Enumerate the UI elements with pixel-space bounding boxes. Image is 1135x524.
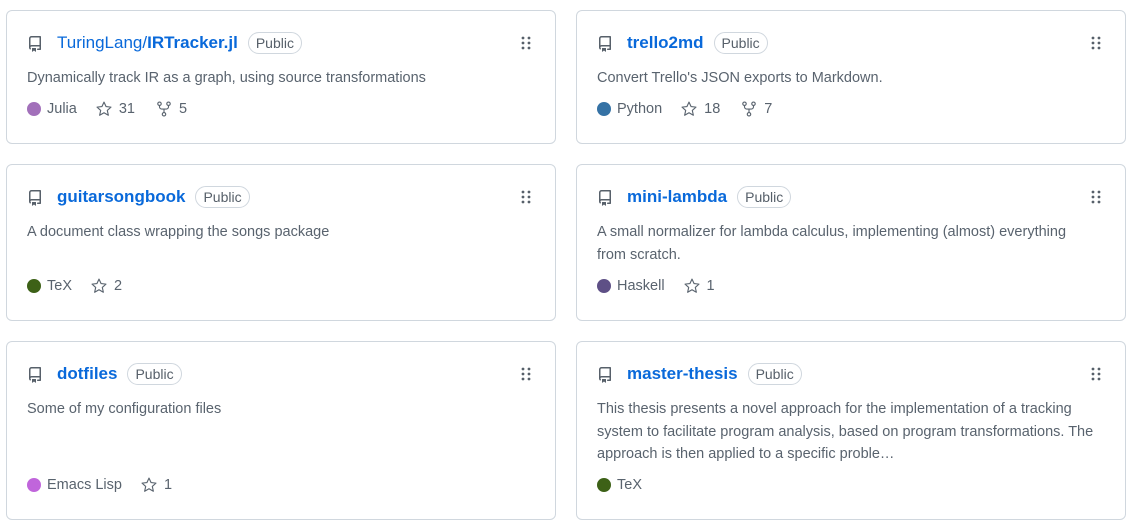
visibility-badge: Public: [247, 32, 302, 54]
repo-icon: [597, 36, 613, 52]
repo-link[interactable]: master-thesis: [627, 364, 738, 384]
repo-language: Emacs Lisp: [27, 477, 122, 493]
repo-link[interactable]: dotfiles: [57, 364, 117, 384]
visibility-badge: Public: [127, 363, 182, 385]
repo-name: master-thesis: [627, 364, 738, 383]
stars-link[interactable]: 18: [680, 100, 720, 118]
star-icon: [91, 278, 107, 293]
repo-description: Convert Trello's JSON exports to Markdow…: [597, 70, 883, 86]
star-icon: [141, 477, 157, 492]
repo-icon: [597, 190, 613, 206]
language-name: TeX: [47, 278, 72, 294]
fork-count: 7: [764, 101, 773, 117]
language-color-dot: [597, 279, 611, 293]
repo-language: Julia: [27, 101, 77, 117]
drag-handle-icon[interactable]: [1091, 367, 1101, 381]
repo-link[interactable]: TuringLang/IRTracker.jl: [57, 33, 238, 53]
repo-description: A document class wrapping the songs pack…: [27, 224, 330, 240]
language-name: Julia: [47, 101, 77, 117]
repo-meta: Emacs Lisp 1: [27, 475, 192, 495]
visibility-badge: Public: [747, 363, 802, 385]
repo-description: A small normalizer for lambda calculus, …: [597, 224, 1067, 263]
fork-icon: [157, 101, 171, 117]
stars-link[interactable]: 1: [140, 476, 172, 494]
language-color-dot: [27, 478, 41, 492]
forks-link[interactable]: 5: [155, 100, 187, 118]
forks-link[interactable]: 7: [740, 100, 772, 118]
visibility-badge: Public: [195, 186, 250, 208]
pinned-repo-card: trello2md Public Convert Trello's JSON e…: [576, 10, 1126, 144]
repo-description: Dynamically track IR as a graph, using s…: [27, 70, 426, 86]
repo-header: master-thesis Public: [597, 362, 802, 386]
repo-meta: Python 18 7: [597, 99, 792, 119]
drag-handle-icon[interactable]: [521, 36, 531, 50]
stars-link[interactable]: 2: [90, 277, 122, 295]
fork-count: 5: [178, 101, 188, 117]
repo-name: mini-lambda: [627, 187, 728, 206]
repo-name: IRTracker.jl: [147, 33, 238, 52]
repo-description: Some of my configuration files: [27, 401, 222, 417]
language-color-dot: [27, 279, 41, 293]
drag-handle-icon[interactable]: [521, 367, 531, 381]
repo-header: trello2md Public: [597, 31, 768, 55]
stars-link[interactable]: 1: [683, 277, 715, 295]
repo-link[interactable]: guitarsongbook: [57, 187, 185, 207]
drag-handle-icon[interactable]: [521, 190, 531, 204]
language-name: TeX: [617, 477, 642, 493]
star-count: 18: [704, 101, 721, 117]
star-icon: [684, 278, 700, 293]
repo-icon: [27, 190, 43, 206]
repo-header: TuringLang/IRTracker.jl Public: [27, 31, 302, 55]
repo-name: trello2md: [627, 33, 704, 52]
visibility-badge: Public: [713, 32, 768, 54]
repo-owner: TuringLang/: [57, 33, 148, 52]
star-count: 1: [706, 278, 715, 294]
star-count: 1: [163, 477, 173, 493]
pinned-repo-card: master-thesis Public This thesis present…: [576, 341, 1126, 520]
repo-link[interactable]: mini-lambda: [627, 187, 727, 207]
pinned-repo-card: guitarsongbook Public A document class w…: [6, 164, 556, 321]
repo-language: TeX: [597, 477, 642, 493]
repo-meta: TeX 2: [27, 276, 142, 296]
repo-icon: [597, 367, 613, 383]
fork-icon: [742, 101, 757, 117]
repo-icon: [27, 367, 43, 383]
star-icon: [681, 101, 697, 116]
language-color-dot: [597, 478, 611, 492]
repo-language: Haskell: [597, 278, 665, 294]
repo-name: guitarsongbook: [57, 187, 186, 206]
repo-link[interactable]: trello2md: [627, 33, 704, 53]
visibility-badge: Public: [737, 186, 792, 208]
language-name: Haskell: [617, 278, 665, 294]
drag-handle-icon[interactable]: [1091, 190, 1101, 204]
star-count: 2: [114, 278, 123, 294]
repo-language: Python: [597, 101, 662, 117]
stars-link[interactable]: 31: [95, 100, 135, 118]
language-color-dot: [27, 102, 41, 116]
language-name: Emacs Lisp: [47, 477, 122, 493]
repo-header: mini-lambda Public: [597, 185, 792, 209]
language-name: Python: [617, 101, 663, 117]
pinned-repo-card: dotfiles Public Some of my configuration…: [6, 341, 556, 520]
language-color-dot: [597, 102, 611, 116]
repo-meta: Julia 31 5: [27, 99, 207, 119]
repo-meta: TeX: [597, 475, 660, 495]
repo-header: dotfiles Public: [27, 362, 182, 386]
star-icon: [96, 101, 112, 116]
repo-icon: [27, 36, 43, 52]
pinned-repo-card: TuringLang/IRTracker.jl Public Dynamical…: [6, 10, 556, 144]
star-count: 31: [118, 101, 135, 117]
repo-language: TeX: [27, 278, 72, 294]
repo-description: This thesis presents a novel approach fo…: [597, 401, 1094, 462]
repo-name: dotfiles: [57, 364, 118, 383]
repo-header: guitarsongbook Public: [27, 185, 250, 209]
drag-handle-icon[interactable]: [1091, 36, 1101, 50]
pinned-repo-card: mini-lambda Public A small normalizer fo…: [576, 164, 1126, 321]
repo-meta: Haskell 1: [597, 276, 735, 296]
